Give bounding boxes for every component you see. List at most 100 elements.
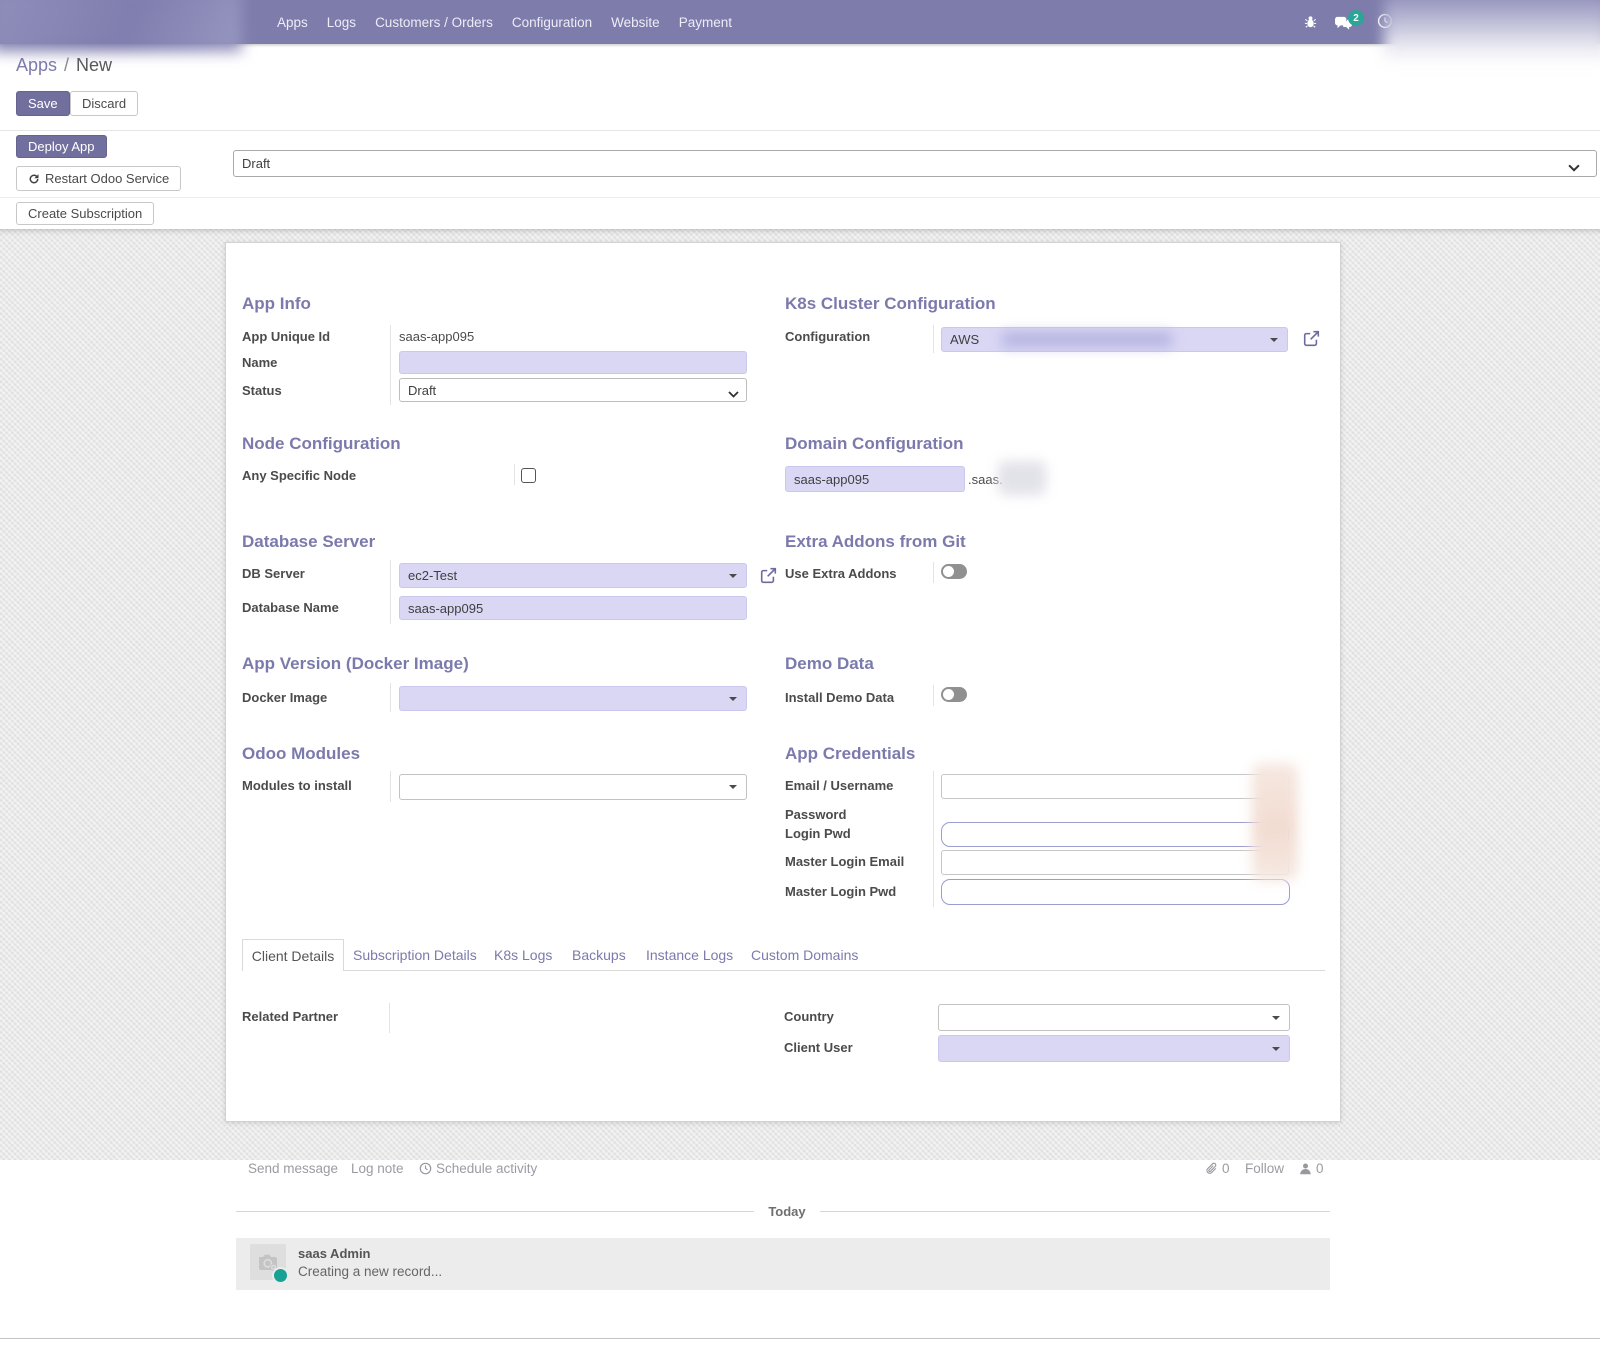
group-separator: [389, 1003, 390, 1033]
external-link-icon[interactable]: [760, 567, 777, 589]
online-presence-dot: [272, 1267, 289, 1284]
section-title-database-server: Database Server: [242, 532, 375, 552]
redacted-logo-blur: [0, 0, 242, 52]
group-separator: [933, 771, 934, 907]
status-select[interactable]: Draft: [233, 150, 1597, 177]
redacted-domain-blur: [998, 461, 1046, 495]
restart-odoo-service-button[interactable]: Restart Odoo Service: [16, 166, 181, 191]
breadcrumb-apps-link[interactable]: Apps: [16, 55, 57, 75]
tab-subscription-details[interactable]: Subscription Details: [353, 947, 477, 963]
install-demo-data-label: Install Demo Data: [785, 690, 894, 705]
redacted-user-blur: [1384, 0, 1600, 64]
chevron-down-icon: [1568, 160, 1580, 175]
country-label: Country: [784, 1009, 834, 1024]
paperclip-icon: [1205, 1162, 1218, 1176]
tab-client-details[interactable]: Client Details: [242, 939, 344, 971]
attachment-count: 0: [1222, 1161, 1230, 1176]
status-field-value: Draft: [408, 383, 436, 398]
email-username-input[interactable]: [941, 774, 1289, 799]
group-separator: [390, 683, 391, 712]
db-server-value: ec2-Test: [408, 568, 457, 583]
configuration-label: Configuration: [785, 329, 870, 344]
master-login-pwd-input[interactable]: [941, 879, 1290, 905]
country-select[interactable]: [938, 1004, 1290, 1031]
follower-count: 0: [1316, 1161, 1324, 1176]
group-separator: [933, 562, 934, 583]
log-note-button[interactable]: Log note: [351, 1161, 404, 1176]
group-separator: [390, 771, 391, 802]
nav-item-payment[interactable]: Payment: [679, 15, 732, 30]
app-window: Apps Logs Customers / Orders Configurati…: [0, 0, 1600, 1367]
db-server-label: DB Server: [242, 566, 305, 581]
database-name-label: Database Name: [242, 600, 339, 615]
section-title-extra-addons: Extra Addons from Git: [785, 532, 966, 552]
section-title-app-credentials: App Credentials: [785, 744, 915, 764]
any-specific-node-label: Any Specific Node: [242, 468, 356, 483]
name-input[interactable]: [399, 351, 747, 374]
tab-backups[interactable]: Backups: [572, 947, 626, 963]
status-label: Status: [242, 383, 282, 398]
related-partner-label: Related Partner: [242, 1009, 338, 1024]
email-username-label: Email / Username: [785, 778, 893, 793]
modules-to-install-select[interactable]: [399, 774, 747, 800]
modules-to-install-label: Modules to install: [242, 778, 352, 793]
schedule-clock-icon: [419, 1162, 432, 1175]
subdomain-value: saas-app095: [794, 472, 869, 487]
nav-item-apps[interactable]: Apps: [277, 15, 308, 30]
create-subscription-button[interactable]: Create Subscription: [16, 202, 154, 225]
nav-item-customers-orders[interactable]: Customers / Orders: [375, 15, 493, 30]
database-name-input[interactable]: saas-app095: [399, 596, 747, 620]
send-message-button[interactable]: Send message: [248, 1161, 338, 1176]
section-title-odoo-modules: Odoo Modules: [242, 744, 360, 764]
group-separator: [933, 325, 934, 353]
followers-button[interactable]: 0: [1299, 1161, 1324, 1176]
tab-k8s-logs[interactable]: K8s Logs: [494, 947, 552, 963]
follow-button[interactable]: Follow: [1245, 1161, 1284, 1176]
master-login-pwd-label: Master Login Pwd: [785, 884, 896, 899]
use-extra-addons-toggle[interactable]: [941, 564, 967, 579]
status-select-value: Draft: [242, 156, 270, 171]
any-specific-node-checkbox[interactable]: [521, 468, 536, 483]
login-pwd-input[interactable]: [941, 822, 1289, 847]
use-extra-addons-label: Use Extra Addons: [785, 566, 897, 581]
client-user-select[interactable]: [938, 1035, 1290, 1062]
page-bottom-divider: [0, 1338, 1600, 1339]
message-author: saas Admin: [298, 1246, 371, 1261]
tab-custom-domains[interactable]: Custom Domains: [751, 947, 858, 963]
date-divider: Today: [754, 1204, 820, 1219]
save-button[interactable]: Save: [16, 91, 70, 116]
status-field-select[interactable]: Draft: [399, 378, 747, 402]
master-login-email-input[interactable]: [941, 850, 1289, 875]
statusbar-divider: [0, 197, 1600, 198]
main-menu: Apps Logs Customers / Orders Configurati…: [277, 0, 732, 44]
configuration-select[interactable]: AWS: [941, 327, 1288, 352]
login-pwd-label: Login Pwd: [785, 826, 851, 841]
deploy-app-button[interactable]: Deploy App: [16, 135, 107, 158]
attachments-button[interactable]: 0: [1205, 1161, 1230, 1176]
external-link-icon[interactable]: [1303, 330, 1320, 352]
install-demo-data-toggle[interactable]: [941, 687, 967, 702]
tab-instance-logs[interactable]: Instance Logs: [646, 947, 733, 963]
message-body: Creating a new record...: [298, 1264, 442, 1279]
redacted-credentials-blur: [1252, 763, 1298, 881]
schedule-activity-button[interactable]: Schedule activity: [419, 1161, 537, 1176]
restart-odoo-service-label: Restart Odoo Service: [45, 171, 169, 186]
date-divider-line: [820, 1211, 1330, 1212]
section-title-k8s-cluster: K8s Cluster Configuration: [785, 294, 996, 314]
nav-item-logs[interactable]: Logs: [327, 15, 356, 30]
section-title-app-info: App Info: [242, 294, 311, 314]
db-server-select[interactable]: ec2-Test: [399, 563, 747, 588]
subdomain-input[interactable]: saas-app095: [785, 466, 965, 492]
app-unique-id-label: App Unique Id: [242, 329, 330, 344]
app-unique-id-value: saas-app095: [399, 329, 474, 344]
nav-item-website[interactable]: Website: [611, 15, 660, 30]
breadcrumb-separator: /: [64, 55, 69, 75]
group-separator: [933, 685, 934, 706]
nav-item-configuration[interactable]: Configuration: [512, 15, 592, 30]
discard-button[interactable]: Discard: [70, 91, 138, 116]
docker-image-select[interactable]: [399, 686, 747, 711]
section-title-node-configuration: Node Configuration: [242, 434, 401, 454]
dropdown-caret-icon: [729, 697, 737, 701]
bug-icon[interactable]: [1303, 14, 1318, 34]
database-name-value: saas-app095: [408, 601, 483, 616]
